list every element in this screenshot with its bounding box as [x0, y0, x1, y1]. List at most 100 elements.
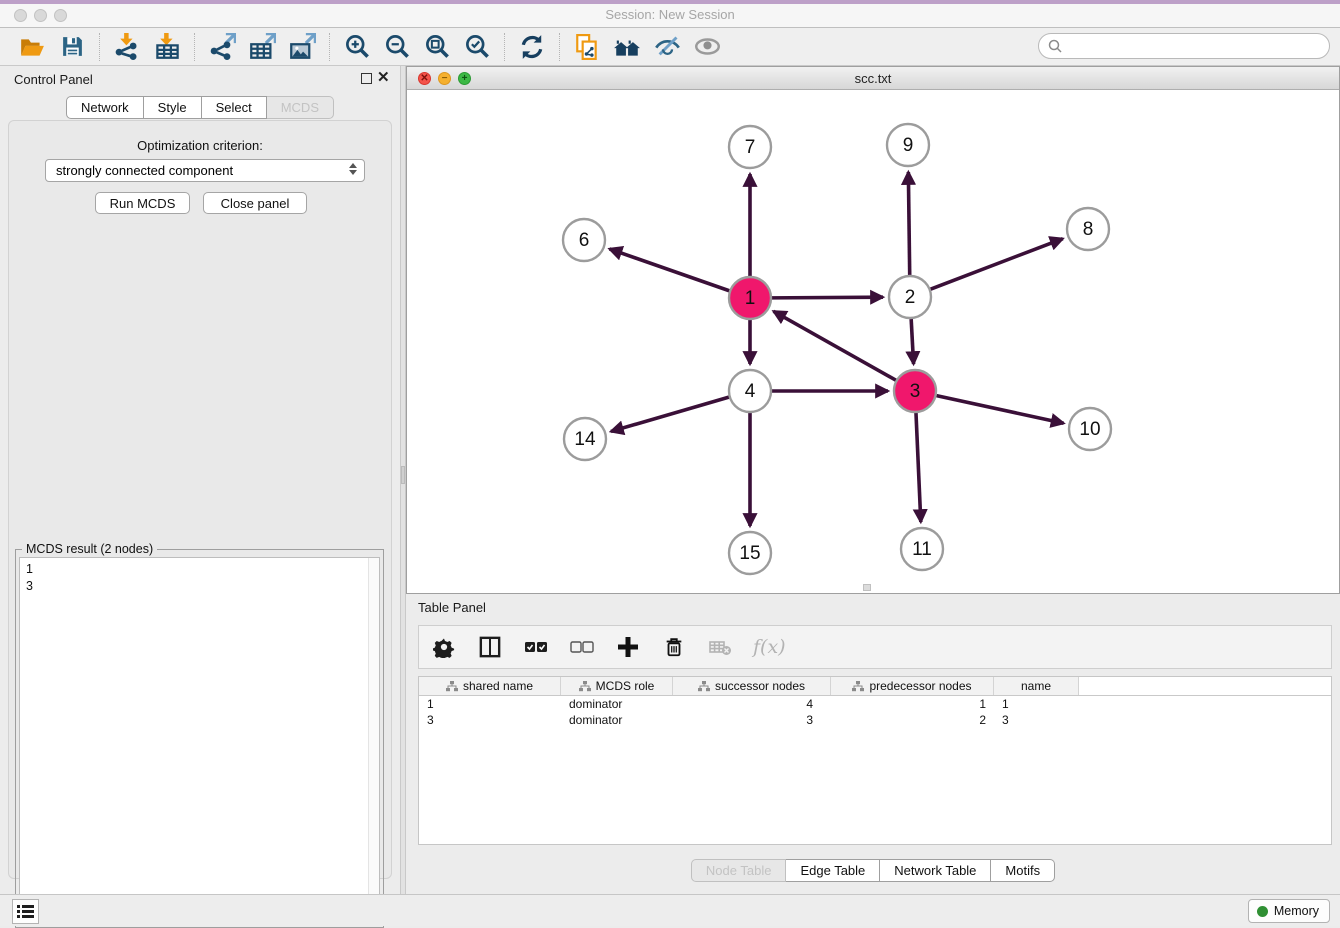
tab-mcds[interactable]: MCDS — [267, 96, 334, 119]
graph-node-label-11: 11 — [912, 539, 932, 560]
mcds-panel: Optimization criterion: strongly connect… — [8, 120, 392, 879]
window-resize-handle[interactable] — [863, 584, 871, 591]
toolbar-separator — [99, 33, 100, 61]
fit-content-icon[interactable] — [612, 32, 642, 62]
zoom-out-icon[interactable] — [382, 32, 412, 62]
status-bar: Memory — [0, 894, 1340, 926]
table-cell[interactable]: dominator — [561, 712, 673, 728]
memory-status-icon — [1257, 906, 1268, 917]
close-panel-button[interactable]: Close panel — [203, 192, 307, 214]
app-titlebar: Session: New Session — [0, 0, 1340, 28]
hide-selected-icon[interactable] — [652, 32, 682, 62]
graph-node-label-1: 1 — [745, 288, 756, 309]
control-panel-close-icon[interactable]: ✕ — [377, 70, 390, 85]
column-settings-icon[interactable] — [431, 634, 457, 660]
table-cell[interactable]: 1 — [994, 696, 1079, 712]
graph-edge-1-2[interactable] — [772, 297, 883, 298]
tab-edge-table[interactable]: Edge Table — [786, 859, 880, 882]
split-panel-icon[interactable] — [477, 634, 503, 660]
memory-label: Memory — [1274, 904, 1319, 918]
graph-node-label-3: 3 — [910, 381, 921, 402]
graph-node-label-9: 9 — [903, 135, 914, 156]
import-network-icon[interactable] — [112, 32, 142, 62]
graph-node-label-15: 15 — [739, 543, 760, 564]
delete-table-icon — [707, 634, 733, 660]
column-header-shared-name[interactable]: shared name — [419, 677, 561, 695]
column-header-name[interactable]: name — [994, 677, 1079, 695]
table-panel-tabbar: Node TableEdge TableNetwork TableMotifs — [691, 859, 1055, 882]
zoom-fit-icon[interactable] — [422, 32, 452, 62]
optimization-criterion-label: Optimization criterion: — [9, 138, 391, 153]
search-input[interactable] — [1063, 36, 1329, 56]
splitter-grip[interactable] — [401, 466, 405, 484]
tab-motifs[interactable]: Motifs — [991, 859, 1055, 882]
select-all-columns-icon[interactable] — [523, 634, 549, 660]
export-network-icon[interactable] — [207, 32, 237, 62]
tab-style[interactable]: Style — [144, 96, 202, 119]
graph-edge-2-9[interactable] — [908, 172, 909, 275]
add-column-icon[interactable] — [615, 634, 641, 660]
delete-column-icon[interactable] — [661, 634, 687, 660]
tab-network-table[interactable]: Network Table — [880, 859, 991, 882]
table-cell[interactable]: 1 — [419, 696, 561, 712]
table-cell[interactable]: dominator — [561, 696, 673, 712]
table-cell[interactable]: 2 — [831, 712, 994, 728]
toolbar-separator — [329, 33, 330, 61]
tab-node-table[interactable]: Node Table — [691, 859, 787, 882]
zoom-selected-icon[interactable] — [462, 32, 492, 62]
criterion-value: strongly connected component — [56, 163, 233, 178]
graph-node-label-14: 14 — [574, 429, 596, 450]
run-mcds-button[interactable]: Run MCDS — [95, 192, 190, 214]
table-cell[interactable]: 3 — [673, 712, 831, 728]
task-history-button[interactable] — [12, 899, 39, 924]
network-canvas[interactable]: 7968124314101511 — [407, 90, 1339, 593]
graph-node-label-6: 6 — [579, 230, 590, 251]
export-image-icon[interactable] — [287, 32, 317, 62]
control-panel-float-icon[interactable] — [361, 73, 372, 84]
refresh-icon[interactable] — [517, 32, 547, 62]
table-toolbar: f(x) — [418, 625, 1332, 669]
new-network-from-selection-icon[interactable] — [572, 32, 602, 62]
graph-node-label-8: 8 — [1083, 219, 1094, 240]
search-box — [1038, 33, 1330, 59]
open-session-icon[interactable] — [17, 32, 47, 62]
graph-edge-3-1[interactable] — [774, 311, 896, 380]
memory-button[interactable]: Memory — [1248, 899, 1330, 923]
graph-edge-2-8[interactable] — [931, 239, 1063, 290]
column-header-successor-nodes[interactable]: successor nodes — [673, 677, 831, 695]
tab-network[interactable]: Network — [66, 96, 144, 119]
graph-svg: 7968124314101511 — [407, 90, 1339, 593]
deselect-all-columns-icon[interactable] — [569, 634, 595, 660]
result-node-id[interactable]: 1 — [26, 561, 361, 578]
mcds-result-area[interactable]: 13 — [19, 557, 380, 924]
column-header-mcds-role[interactable]: MCDS role — [561, 677, 673, 695]
control-panel-title: Control Panel — [14, 72, 93, 87]
table-panel: Table Panel ✕ f(x) shared nameMCDS roles… — [406, 594, 1340, 894]
result-scrollbar[interactable] — [368, 558, 379, 923]
result-node-id[interactable]: 3 — [26, 578, 361, 595]
table-row[interactable]: 3dominator323 — [419, 712, 1331, 728]
column-header-predecessor-nodes[interactable]: predecessor nodes — [831, 677, 994, 695]
graph-edge-4-14[interactable] — [611, 397, 729, 431]
table-cell[interactable]: 3 — [994, 712, 1079, 728]
graph-edge-3-11[interactable] — [916, 413, 921, 522]
graph-edge-1-6[interactable] — [609, 249, 729, 291]
network-window-title: scc.txt — [407, 71, 1339, 86]
graph-node-label-2: 2 — [905, 287, 916, 308]
zoom-in-icon[interactable] — [342, 32, 372, 62]
table-cell[interactable]: 4 — [673, 696, 831, 712]
tab-select[interactable]: Select — [202, 96, 267, 119]
criterion-select[interactable]: strongly connected component — [45, 159, 365, 182]
graph-edges — [609, 172, 1063, 526]
graph-edge-2-3[interactable] — [911, 319, 913, 364]
search-icon — [1047, 38, 1063, 54]
table-cell[interactable]: 1 — [831, 696, 994, 712]
function-builder-icon: f(x) — [753, 636, 786, 658]
table-row[interactable]: 1dominator411 — [419, 696, 1331, 712]
import-table-icon[interactable] — [152, 32, 182, 62]
show-all-icon[interactable] — [692, 32, 722, 62]
export-table-icon[interactable] — [247, 32, 277, 62]
table-cell[interactable]: 3 — [419, 712, 561, 728]
graph-edge-3-10[interactable] — [936, 396, 1063, 424]
save-session-icon[interactable] — [57, 32, 87, 62]
